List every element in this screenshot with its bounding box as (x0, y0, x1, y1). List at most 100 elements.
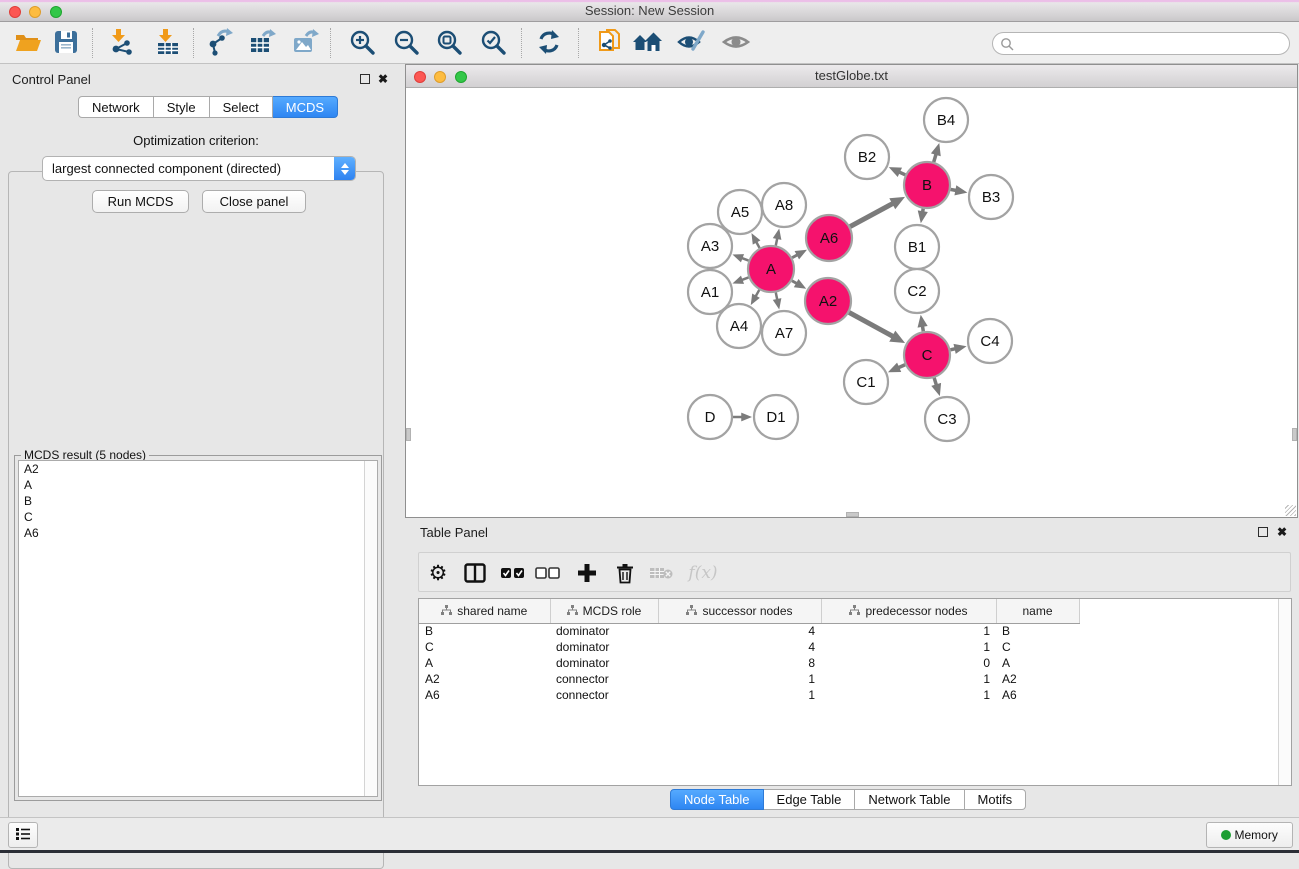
edge-A-A1[interactable] (742, 277, 749, 280)
network-window-controls[interactable] (414, 70, 467, 88)
table-panel-title: Table Panel (420, 525, 488, 540)
search-input[interactable] (1018, 37, 1289, 51)
window-resize-grip[interactable] (1285, 505, 1296, 516)
delete-column-button[interactable] (609, 557, 641, 589)
table-row[interactable]: A6connector11A6 (419, 687, 1079, 703)
settings-gear-button[interactable]: ⚙ (422, 557, 454, 589)
zoom-fit-button[interactable] (433, 27, 465, 59)
select-all-columns-button[interactable] (497, 557, 529, 589)
app-title: Session: New Session (585, 3, 714, 18)
refresh-button[interactable] (533, 27, 565, 59)
vertical-scroll-marker[interactable] (406, 428, 411, 441)
column-header-MCDS-role[interactable]: MCDS role (550, 599, 658, 623)
network-window-titlebar[interactable]: testGlobe.txt (406, 65, 1297, 88)
show-graphics-button[interactable] (720, 27, 752, 59)
network-canvas[interactable]: B4B2BB3A8A5A6A3B1AC2A1A2A4A7C4CC1DD1C3 (406, 88, 1297, 517)
edge-C-C3[interactable] (934, 378, 936, 385)
edge-A6-B[interactable] (850, 203, 893, 226)
mcds-result-group: MCDS result (5 nodes) A2ABCA6 (14, 455, 382, 801)
edge-B-B4[interactable] (934, 154, 936, 162)
column-header-name[interactable]: name (996, 599, 1079, 623)
add-column-button[interactable] (571, 557, 603, 589)
mcds-result-item[interactable]: A (19, 477, 377, 493)
export-network-button[interactable] (204, 27, 236, 59)
horizontal-scroll-marker[interactable] (846, 512, 859, 517)
memory-button[interactable]: Memory (1206, 822, 1293, 848)
edge-A-A4[interactable] (756, 290, 760, 297)
save-session-button[interactable] (50, 27, 82, 59)
node-label-A7: A7 (775, 325, 793, 342)
zoom-window-icon[interactable] (50, 6, 62, 18)
close-panel-button[interactable]: Close panel (202, 190, 306, 213)
tab-network[interactable]: Network (78, 96, 154, 118)
split-view-icon (464, 563, 486, 583)
column-header-successor-nodes[interactable]: successor nodes (658, 599, 821, 623)
import-table-button[interactable] (152, 27, 184, 59)
close-network-window-icon[interactable] (414, 71, 426, 83)
tab-select[interactable]: Select (210, 96, 273, 118)
mcds-result-item[interactable]: B (19, 493, 377, 509)
task-history-button[interactable] (8, 822, 38, 848)
table-tab-node-table[interactable]: Node Table (670, 789, 764, 810)
zoom-in-button[interactable] (346, 27, 378, 59)
mcds-result-item[interactable]: A2 (19, 461, 377, 477)
edge-A-A7[interactable] (776, 293, 778, 300)
close-window-icon[interactable] (9, 6, 21, 18)
column-type-icon (441, 605, 452, 616)
mcds-result-item[interactable]: C (19, 509, 377, 525)
export-image-button[interactable] (290, 27, 322, 59)
attribute-table[interactable]: shared nameMCDS rolesuccessor nodesprede… (419, 599, 1080, 703)
table-scrollbar[interactable] (1278, 599, 1291, 785)
table-row[interactable]: Adominator80A (419, 655, 1079, 671)
hide-annotations-button[interactable] (676, 27, 708, 59)
minimize-network-window-icon[interactable] (434, 71, 446, 83)
home-view-button[interactable] (632, 27, 664, 59)
tab-style[interactable]: Style (154, 96, 210, 118)
split-view-button[interactable] (459, 557, 491, 589)
edge-A2-C[interactable] (849, 312, 893, 336)
edge-B-B2[interactable] (899, 172, 905, 175)
minimize-window-icon[interactable] (29, 6, 41, 18)
export-table-button[interactable] (247, 27, 279, 59)
deselect-all-columns-button[interactable] (532, 557, 564, 589)
status-bar: Memory (0, 817, 1299, 850)
float-panel-icon[interactable] (360, 74, 370, 84)
table-row[interactable]: A2connector11A2 (419, 671, 1079, 687)
close-table-panel-icon[interactable]: ✖ (1277, 526, 1287, 538)
vertical-scroll-marker[interactable] (1292, 428, 1297, 441)
zoom-network-window-icon[interactable] (455, 71, 467, 83)
table-tab-motifs[interactable]: Motifs (965, 789, 1027, 810)
close-panel-icon[interactable]: ✖ (378, 73, 388, 85)
edge-A-A3[interactable] (742, 258, 749, 261)
run-mcds-button[interactable]: Run MCDS (92, 190, 189, 213)
home-view-icon (632, 29, 664, 55)
table-row[interactable]: Cdominator41C (419, 639, 1079, 655)
table-tab-edge-table[interactable]: Edge Table (764, 789, 856, 810)
window-controls[interactable] (9, 5, 62, 23)
edge-C-C1[interactable] (898, 365, 905, 368)
column-header-shared-name[interactable]: shared name (419, 599, 550, 623)
mcds-result-item[interactable]: A6 (19, 525, 377, 541)
criterion-dropdown[interactable]: largest connected component (directed) (42, 156, 356, 181)
tab-mcds[interactable]: MCDS (273, 96, 338, 118)
table-row[interactable]: Bdominator41B (419, 623, 1079, 639)
column-header-predecessor-nodes[interactable]: predecessor nodes (821, 599, 996, 623)
zoom-selected-button[interactable] (477, 27, 509, 59)
search-field[interactable] (992, 32, 1290, 55)
open-session-button[interactable] (12, 27, 44, 59)
list-scrollbar[interactable] (364, 461, 377, 796)
clone-network-button[interactable] (594, 27, 626, 59)
table-cell: A6 (996, 687, 1079, 703)
zoom-fit-icon (435, 28, 463, 56)
table-cell: 1 (821, 671, 996, 687)
table-cell: A2 (996, 671, 1079, 687)
table-tab-network-table[interactable]: Network Table (855, 789, 964, 810)
node-label-B3: B3 (982, 189, 1000, 206)
mcds-result-list[interactable]: A2ABCA6 (18, 460, 378, 797)
import-network-button[interactable] (106, 27, 138, 59)
edge-A-A5[interactable] (756, 242, 759, 248)
edge-A-A8[interactable] (776, 238, 778, 245)
float-table-panel-icon[interactable] (1258, 527, 1268, 537)
zoom-out-button[interactable] (390, 27, 422, 59)
table-cell: 1 (821, 639, 996, 655)
